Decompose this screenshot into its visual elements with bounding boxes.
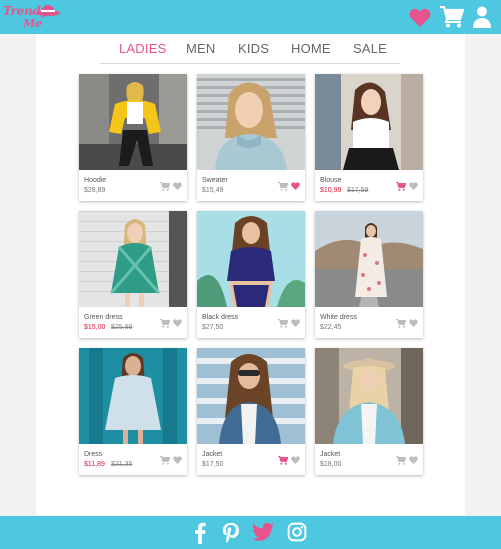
user-icon[interactable] (473, 6, 491, 28)
like-icon[interactable] (291, 456, 300, 464)
hat-icon (36, 5, 60, 16)
twitter-icon[interactable] (252, 522, 274, 542)
product-card[interactable]: Jacket $17,50 (197, 348, 305, 475)
product-price: $17,50 (202, 461, 224, 468)
product-name: Jacket (202, 451, 223, 458)
top-bar: Trendy Me (0, 0, 501, 34)
brand-line2: Me (23, 17, 43, 30)
product-name: Black dress (202, 314, 239, 321)
instagram-icon[interactable] (287, 522, 307, 542)
pinterest-icon[interactable] (221, 522, 241, 544)
product-photo[interactable] (197, 74, 305, 170)
tab-kids[interactable]: KIDS (238, 41, 269, 56)
like-icon[interactable] (173, 456, 182, 464)
product-name: White dress (320, 314, 357, 321)
product-photo[interactable] (197, 348, 305, 444)
product-old-price: $17,59 (347, 187, 369, 194)
add-to-cart-icon[interactable] (396, 182, 406, 191)
like-icon[interactable] (409, 319, 418, 327)
facebook-icon[interactable] (193, 522, 207, 544)
product-price: $28,89 (84, 187, 106, 194)
product-card[interactable]: Black dress $27,50 (197, 211, 305, 338)
product-card[interactable]: Sweater $15,49 (197, 74, 305, 201)
product-price: $15,00 (84, 324, 106, 331)
add-to-cart-icon[interactable] (278, 182, 288, 191)
product-card[interactable]: Blouse $10,99 $17,59 (315, 74, 423, 201)
cart-icon[interactable] (440, 6, 464, 28)
tab-home[interactable]: HOME (291, 41, 331, 56)
category-nav: LADIES MEN KIDS HOME SALE (100, 34, 400, 64)
product-photo[interactable] (315, 211, 423, 307)
add-to-cart-icon[interactable] (278, 456, 288, 465)
add-to-cart-icon[interactable] (278, 319, 288, 328)
footer-bar (0, 516, 501, 549)
product-photo[interactable] (315, 348, 423, 444)
like-icon[interactable] (409, 182, 418, 190)
product-card[interactable]: Dress $11,89 $21,35 (79, 348, 187, 475)
product-name: Blouse (320, 177, 342, 184)
product-price: $18,00 (320, 461, 342, 468)
product-name: Green dress (84, 314, 123, 321)
product-name: Jacket (320, 451, 341, 458)
add-to-cart-icon[interactable] (396, 456, 406, 465)
product-name: Sweater (202, 177, 228, 184)
product-card[interactable]: White dress $22,45 (315, 211, 423, 338)
like-icon[interactable] (291, 319, 300, 327)
product-price: $10,99 (320, 187, 342, 194)
product-photo[interactable] (79, 211, 187, 307)
tab-men[interactable]: MEN (186, 41, 216, 56)
product-price: $15,49 (202, 187, 224, 194)
heart-icon[interactable] (409, 8, 431, 27)
product-photo[interactable] (197, 211, 305, 307)
add-to-cart-icon[interactable] (396, 319, 406, 328)
product-photo[interactable] (315, 74, 423, 170)
product-old-price: $25,99 (111, 324, 133, 331)
product-card[interactable]: Hoodie $28,89 (79, 74, 187, 201)
add-to-cart-icon[interactable] (160, 182, 170, 191)
product-old-price: $21,35 (111, 461, 133, 468)
product-name: Hoodie (84, 177, 107, 184)
like-icon[interactable] (291, 182, 300, 190)
brand-logo[interactable]: Trendy Me (3, 3, 61, 31)
product-price: $22,45 (320, 324, 342, 331)
like-icon[interactable] (409, 456, 418, 464)
product-price: $11,89 (84, 461, 105, 468)
product-card[interactable]: Jacket $18,00 (315, 348, 423, 475)
add-to-cart-icon[interactable] (160, 319, 170, 328)
product-photo[interactable] (79, 74, 187, 170)
tab-sale[interactable]: SALE (353, 41, 387, 56)
product-card[interactable]: Green dress $15,00 $25,99 (79, 211, 187, 338)
add-to-cart-icon[interactable] (160, 456, 170, 465)
like-icon[interactable] (173, 182, 182, 190)
tab-ladies[interactable]: LADIES (119, 41, 166, 56)
product-photo[interactable] (79, 348, 187, 444)
product-name: Dress (84, 451, 103, 458)
product-price: $27,50 (202, 324, 224, 331)
like-icon[interactable] (173, 319, 182, 327)
